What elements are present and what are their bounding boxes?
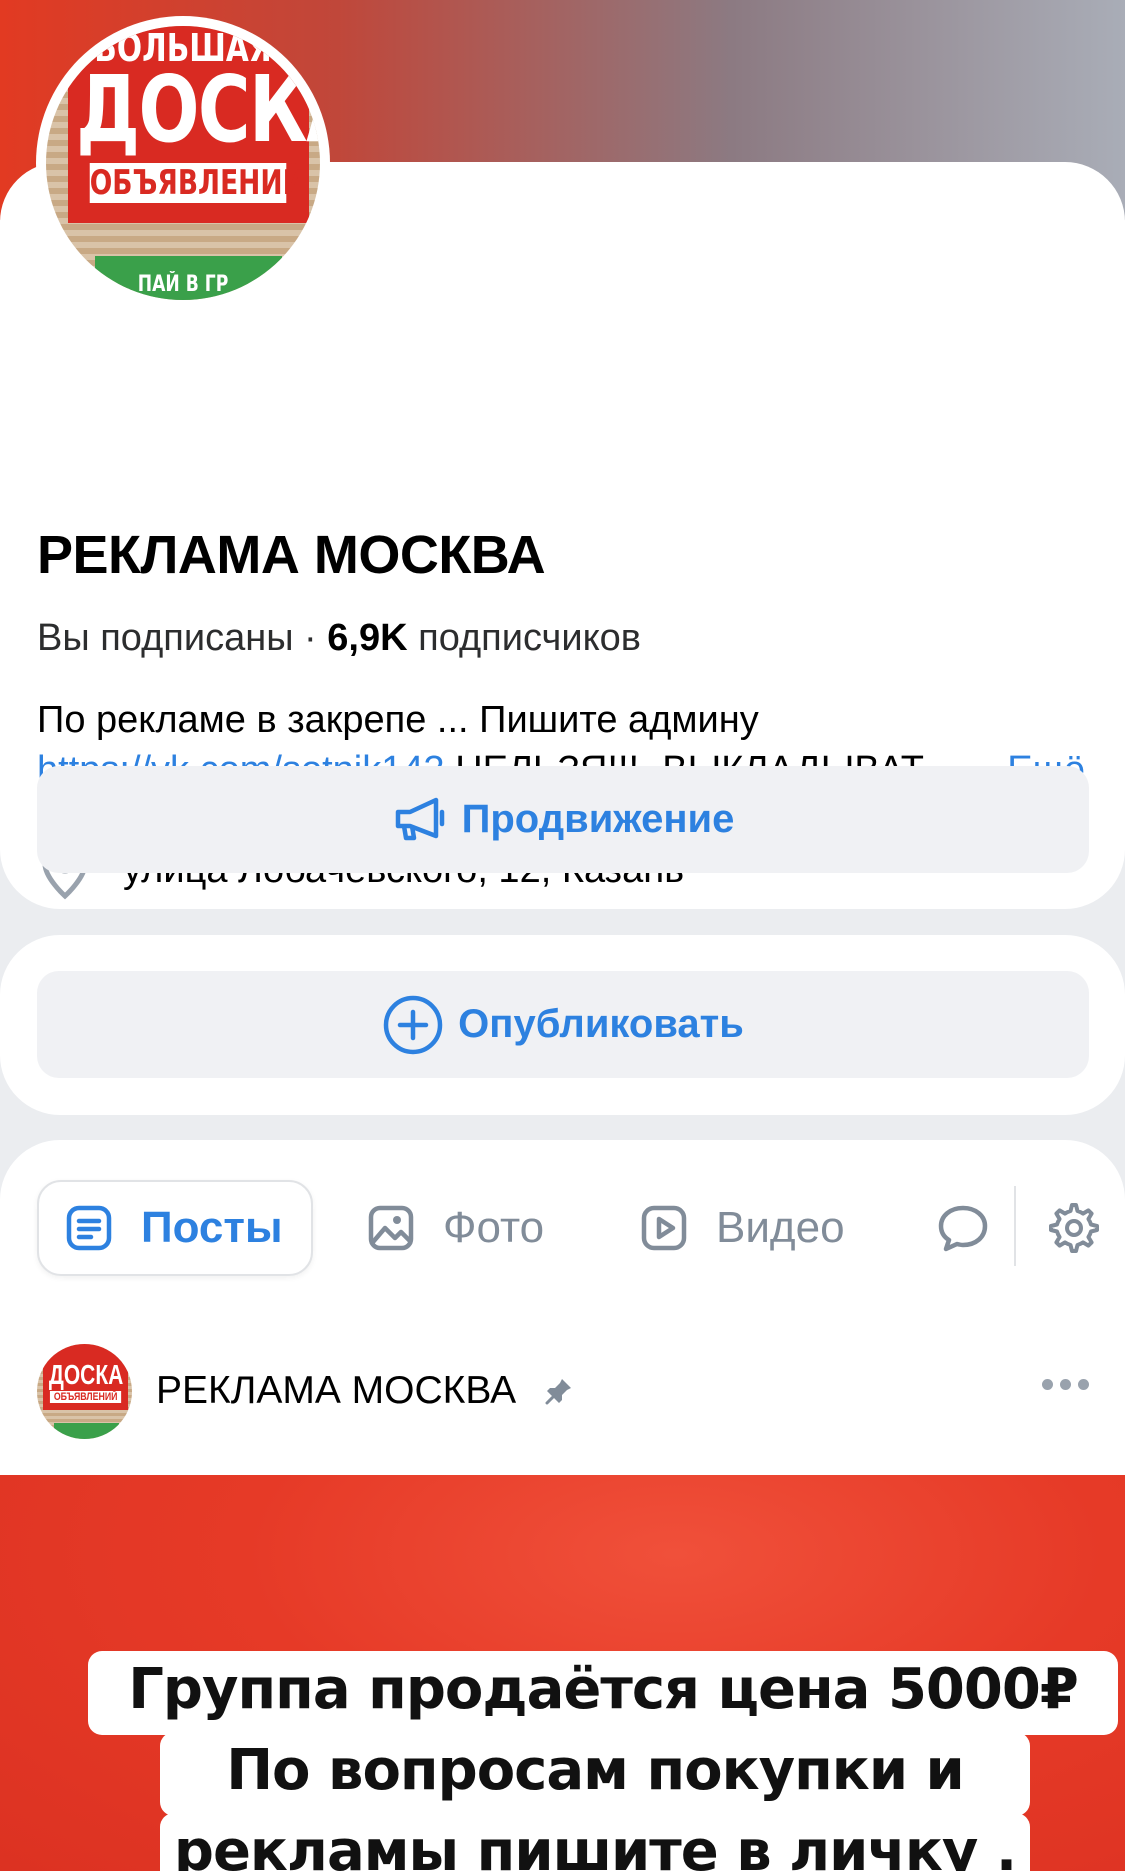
publish-button[interactable]: Опубликовать: [37, 971, 1089, 1078]
post-image-line3: рекламы пишите в личку .: [160, 1813, 1030, 1871]
tab-posts[interactable]: Посты: [37, 1180, 313, 1276]
megaphone-icon: [395, 797, 444, 840]
publish-label: Опубликовать: [458, 1002, 744, 1046]
post-author-name[interactable]: РЕКЛАМА МОСКВА: [156, 1369, 516, 1413]
subscribed-status: Вы подписаны ·: [37, 617, 328, 659]
chat-bubble-icon: [938, 1205, 988, 1252]
photo-icon: [368, 1205, 414, 1251]
pinned-icon: [545, 1379, 572, 1405]
subscribers-label: подписчиков: [407, 617, 641, 659]
publish-card: Опубликовать: [0, 935, 1125, 1115]
more-dot-icon: [1060, 1379, 1071, 1390]
plus-circle-icon: [383, 995, 443, 1054]
post-image-line1: Группа продаётся цена 5000₽: [88, 1651, 1118, 1735]
promotion-button[interactable]: Продвижение: [37, 766, 1089, 873]
content-tabs: Посты Фото Видео: [37, 1180, 1117, 1276]
more-dot-icon: [1042, 1379, 1053, 1390]
avatar-line3: ОБЪЯВЛЕНИЙ: [90, 163, 306, 203]
post-image[interactable]: Группа продаётся цена 5000₽ По вопросам …: [0, 1475, 1125, 1871]
tab-posts-label: Посты: [141, 1203, 283, 1252]
posts-icon: [66, 1205, 112, 1251]
avatar-line2: ДОСКА: [76, 56, 320, 164]
tab-photo[interactable]: Фото: [367, 1180, 544, 1276]
tab-video-label: Видео: [716, 1203, 845, 1252]
group-title: РЕКЛАМА МОСКВА: [37, 525, 546, 585]
subscribers-count: 6,9K: [327, 617, 408, 659]
post-avatar-line2: ДОСКА: [48, 1358, 124, 1390]
video-icon: [641, 1205, 687, 1251]
post-menu-button[interactable]: [1042, 1379, 1089, 1390]
tab-photo-label: Фото: [443, 1203, 545, 1252]
group-avatar[interactable]: БОЛЬШАЯ ДОСКА ОБЪЯВЛЕНИЙ ПАЙ В ГР: [36, 16, 330, 310]
tabs-divider: [1014, 1186, 1016, 1266]
description-text: По рекламе в закрепе ... Пишите админу: [37, 699, 759, 741]
post-author-avatar[interactable]: ДОСКА ОБЪЯВЛЕНИЙ: [37, 1343, 132, 1439]
tab-settings[interactable]: [1045, 1180, 1125, 1276]
promotion-label: Продвижение: [461, 797, 735, 841]
post-avatar-line3: ОБЪЯВЛЕНИЙ: [49, 1391, 122, 1403]
tab-discussions[interactable]: [936, 1180, 1018, 1276]
post-image-line2: По вопросам покупки и: [160, 1732, 1030, 1816]
tab-video[interactable]: Видео: [640, 1180, 845, 1276]
subscription-info[interactable]: Вы подписаны · 6,9K подписчиков: [37, 617, 641, 660]
more-dot-icon: [1078, 1379, 1089, 1390]
avatar-line4: ПАЙ В ГР: [137, 272, 229, 298]
post-header: ДОСКА ОБЪЯВЛЕНИЙ РЕКЛАМА МОСКВА: [37, 1341, 1089, 1441]
gear-icon: [1049, 1203, 1099, 1253]
